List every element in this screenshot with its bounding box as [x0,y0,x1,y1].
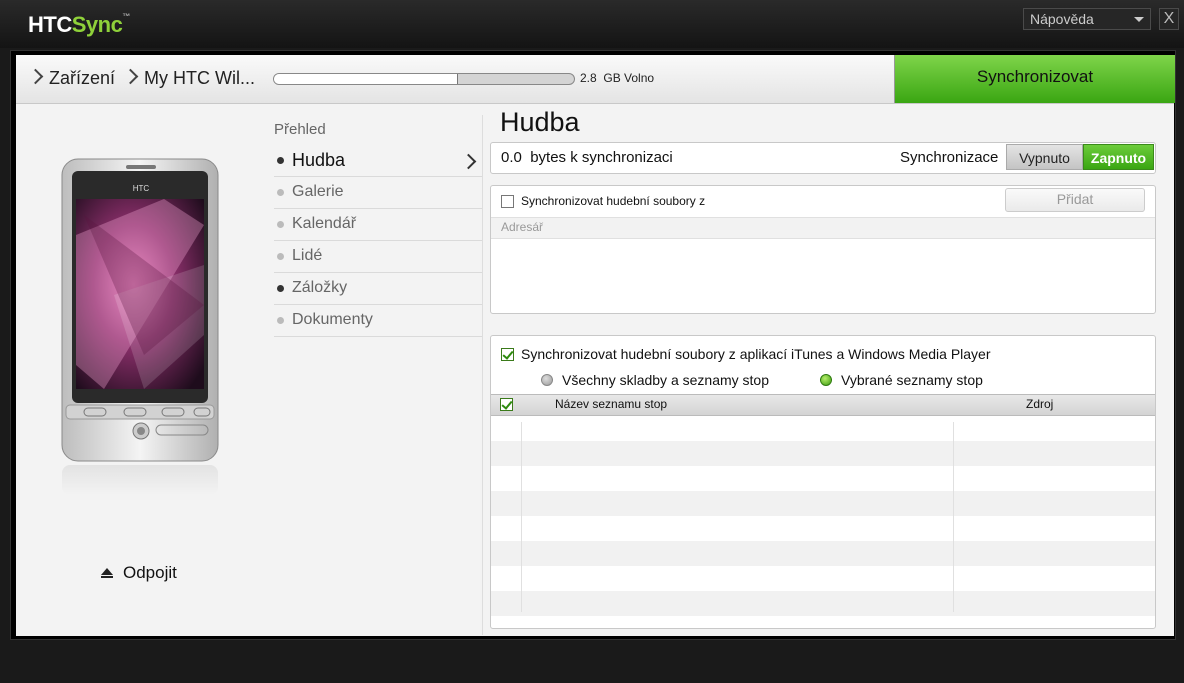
sidebar-nav: Hudba Galerie Kalendář Lidé Záložky Doku… [274,145,482,337]
device-header: Zařízení My HTC Wil... 2.8 GB Volno Sync… [16,55,1175,104]
add-folder-button[interactable]: Přidat [1005,188,1145,212]
help-dropdown-label: Nápověda [1030,11,1094,27]
eject-icon [101,568,113,578]
sidebar-item-gallery[interactable]: Galerie [274,177,482,209]
itunes-sync-label: Synchronizovat hudební soubory z aplikac… [521,346,991,362]
chevron-right-icon [27,68,44,85]
synchronize-button[interactable]: Synchronizovat [894,55,1175,103]
device-image: HTC [44,155,234,495]
column-header-folder: Adresář [501,220,544,234]
radio-selected-playlists-label: Vybrané seznamy stop [841,372,983,388]
htc-sync-logo: HTCSync™ [28,12,130,37]
bullet-icon [277,189,284,196]
radio-selected-playlists[interactable] [820,374,832,386]
table-row [491,491,1155,516]
disconnect-button[interactable]: Odpojit [101,563,177,583]
sidebar-item-bookmarks[interactable]: Záložky [274,273,482,305]
sync-off-toggle[interactable]: Vypnuto [1006,144,1083,170]
storage-progress-bar [273,73,575,85]
sidebar-item-music[interactable]: Hudba [274,145,482,177]
sidebar-item-label: Hudba [292,150,346,170]
table-row [491,416,1155,441]
sidebar-item-label: Dokumenty [292,311,373,328]
column-divider [521,422,522,612]
column-header-playlist-name[interactable]: Název seznamu stop [555,397,667,411]
breadcrumb-device-name[interactable]: My HTC Wil... [144,68,255,88]
playlist-table-header: Název seznamu stop Zdroj [491,394,1155,416]
itunes-sync-panel: Synchronizovat hudební soubory z aplikac… [490,335,1156,629]
main-panel: Zařízení My HTC Wil... 2.8 GB Volno Sync… [16,55,1175,636]
free-space-unit: GB Volno [603,71,655,85]
bullet-icon [277,285,284,292]
sidebar-item-calendar[interactable]: Kalendář [274,209,482,241]
table-row [491,441,1155,466]
folder-sync-checkbox[interactable] [501,195,514,208]
table-row [491,566,1155,591]
sidebar-item-people[interactable]: Lidé [274,241,482,273]
chevron-down-icon [1134,17,1144,22]
chevron-right-icon [460,153,477,170]
column-header-source[interactable]: Zdroj [1026,397,1053,411]
itunes-sync-checkbox[interactable] [501,348,514,361]
svg-text:HTC: HTC [133,184,150,193]
radio-all-tracks[interactable] [541,374,553,386]
table-row [491,591,1155,616]
sidebar-item-documents[interactable]: Dokumenty [274,305,482,337]
sidebar-item-label: Galerie [292,183,344,200]
bullet-icon [277,317,284,324]
sidebar-item-label: Kalendář [292,215,357,232]
disconnect-label: Odpojit [123,563,177,582]
free-space-value: 2.8 [580,71,597,85]
table-row [491,516,1155,541]
nav-overview[interactable]: Přehled [274,121,326,138]
phone-illustration: HTC [61,158,219,495]
bullet-icon [277,221,284,228]
breadcrumb: Zařízení My HTC Wil... [27,68,255,89]
breadcrumb-devices[interactable]: Zařízení [49,68,115,88]
bytes-label: bytes k synchronizaci [530,149,673,166]
page-title: Hudba [500,107,580,137]
bytes-to-sync: 0.0 bytes k synchronizaci [501,149,673,166]
bytes-value: 0.0 [501,149,522,166]
sidebar-item-label: Lidé [292,247,323,264]
bullet-icon [277,253,284,260]
folder-sync-panel: Synchronizovat hudební soubory z Přidat … [490,185,1156,314]
sync-status-bar: 0.0 bytes k synchronizaci Synchronizace … [490,142,1156,174]
title-bar: HTCSync™ Nápověda X [0,0,1184,48]
sync-on-toggle[interactable]: Zapnuto [1083,144,1154,170]
free-space-text: 2.8 GB Volno [580,71,654,85]
table-row [491,541,1155,566]
bullet-icon [277,157,284,164]
column-divider [953,422,954,612]
folder-sync-label: Synchronizovat hudební soubory z [521,194,706,208]
select-all-checkbox[interactable] [500,398,513,411]
close-button[interactable]: X [1159,8,1179,30]
storage-progress-fill [274,74,458,84]
divider [482,115,483,635]
table-row [491,466,1155,491]
sync-toggle-label: Synchronizace [900,149,999,166]
chevron-right-icon [122,68,139,85]
radio-all-tracks-label: Všechny skladby a seznamy stop [562,372,769,388]
folder-list-header: Adresář [491,217,1155,239]
sidebar-item-label: Záložky [292,279,348,296]
help-dropdown[interactable]: Nápověda [1023,8,1151,30]
